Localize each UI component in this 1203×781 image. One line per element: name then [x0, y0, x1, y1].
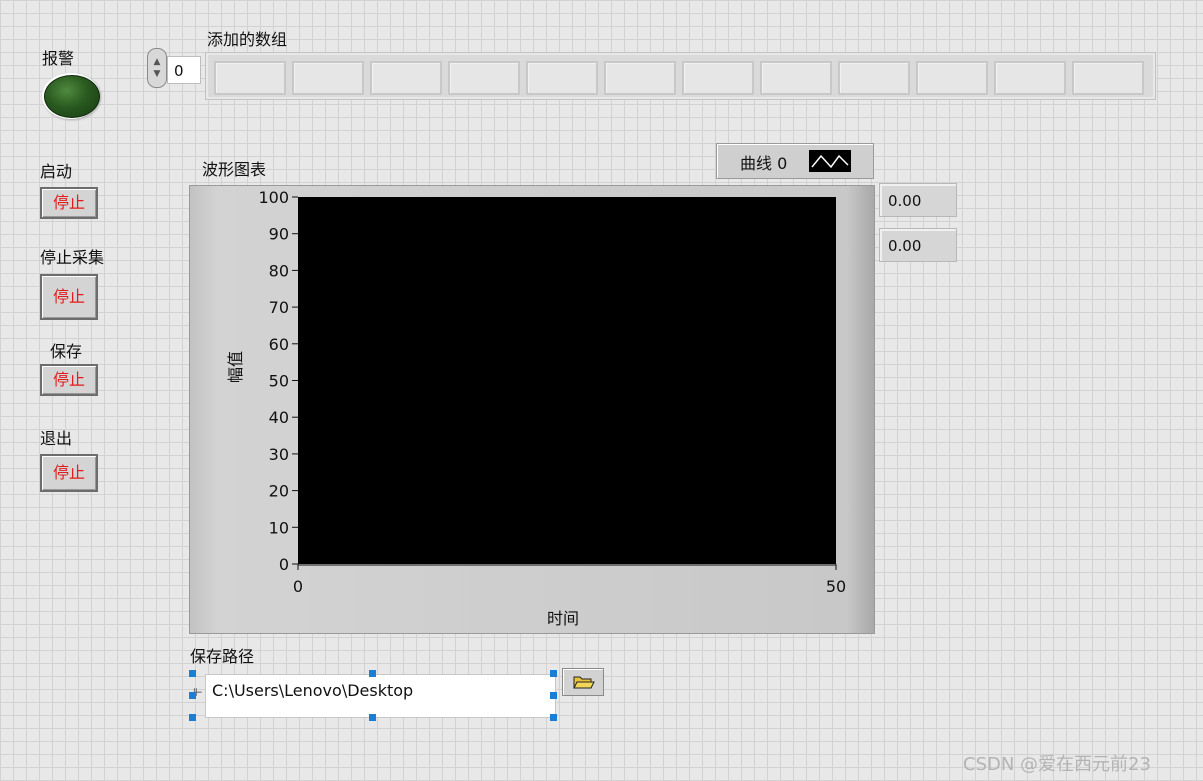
watermark: CSDN @爱在西元前23 [963, 754, 1151, 775]
y-tick-label: 60 [269, 335, 289, 354]
resize-handle[interactable] [369, 714, 376, 721]
y-tick-label: 50 [269, 372, 289, 391]
x-tick-label: 0 [293, 577, 303, 596]
resize-handle[interactable] [550, 692, 557, 699]
y-tick-label: 100 [258, 188, 289, 207]
y-tick-label: 80 [269, 261, 289, 280]
chart-axes: 10090807060504030201000 50 [258, 188, 846, 596]
browse-button[interactable] [562, 668, 604, 696]
y-tick-label: 20 [269, 482, 289, 501]
y-tick-label: 90 [269, 225, 289, 244]
resize-handle[interactable] [550, 714, 557, 721]
resize-handle[interactable] [369, 670, 376, 677]
y-axis-label: 幅值 [226, 350, 245, 383]
save-path-value: C:\Users\Lenovo\Desktop [212, 681, 414, 700]
y-tick-label: 10 [269, 518, 289, 537]
y-tick-label: 70 [269, 298, 289, 317]
folder-icon [573, 676, 595, 689]
y-tick-label: 40 [269, 408, 289, 427]
resize-handle[interactable] [189, 670, 196, 677]
y-tick-label: 0 [279, 555, 289, 574]
x-axis-label: 时间 [547, 609, 580, 628]
save-path-label: 保存路径 [190, 647, 255, 666]
resize-handle[interactable] [189, 692, 196, 699]
resize-handle[interactable] [189, 714, 196, 721]
resize-handle[interactable] [550, 670, 557, 677]
x-tick-label: 50 [826, 577, 846, 596]
save-path-input[interactable]: C:\Users\Lenovo\Desktop [205, 674, 556, 718]
y-tick-label: 30 [269, 445, 289, 464]
